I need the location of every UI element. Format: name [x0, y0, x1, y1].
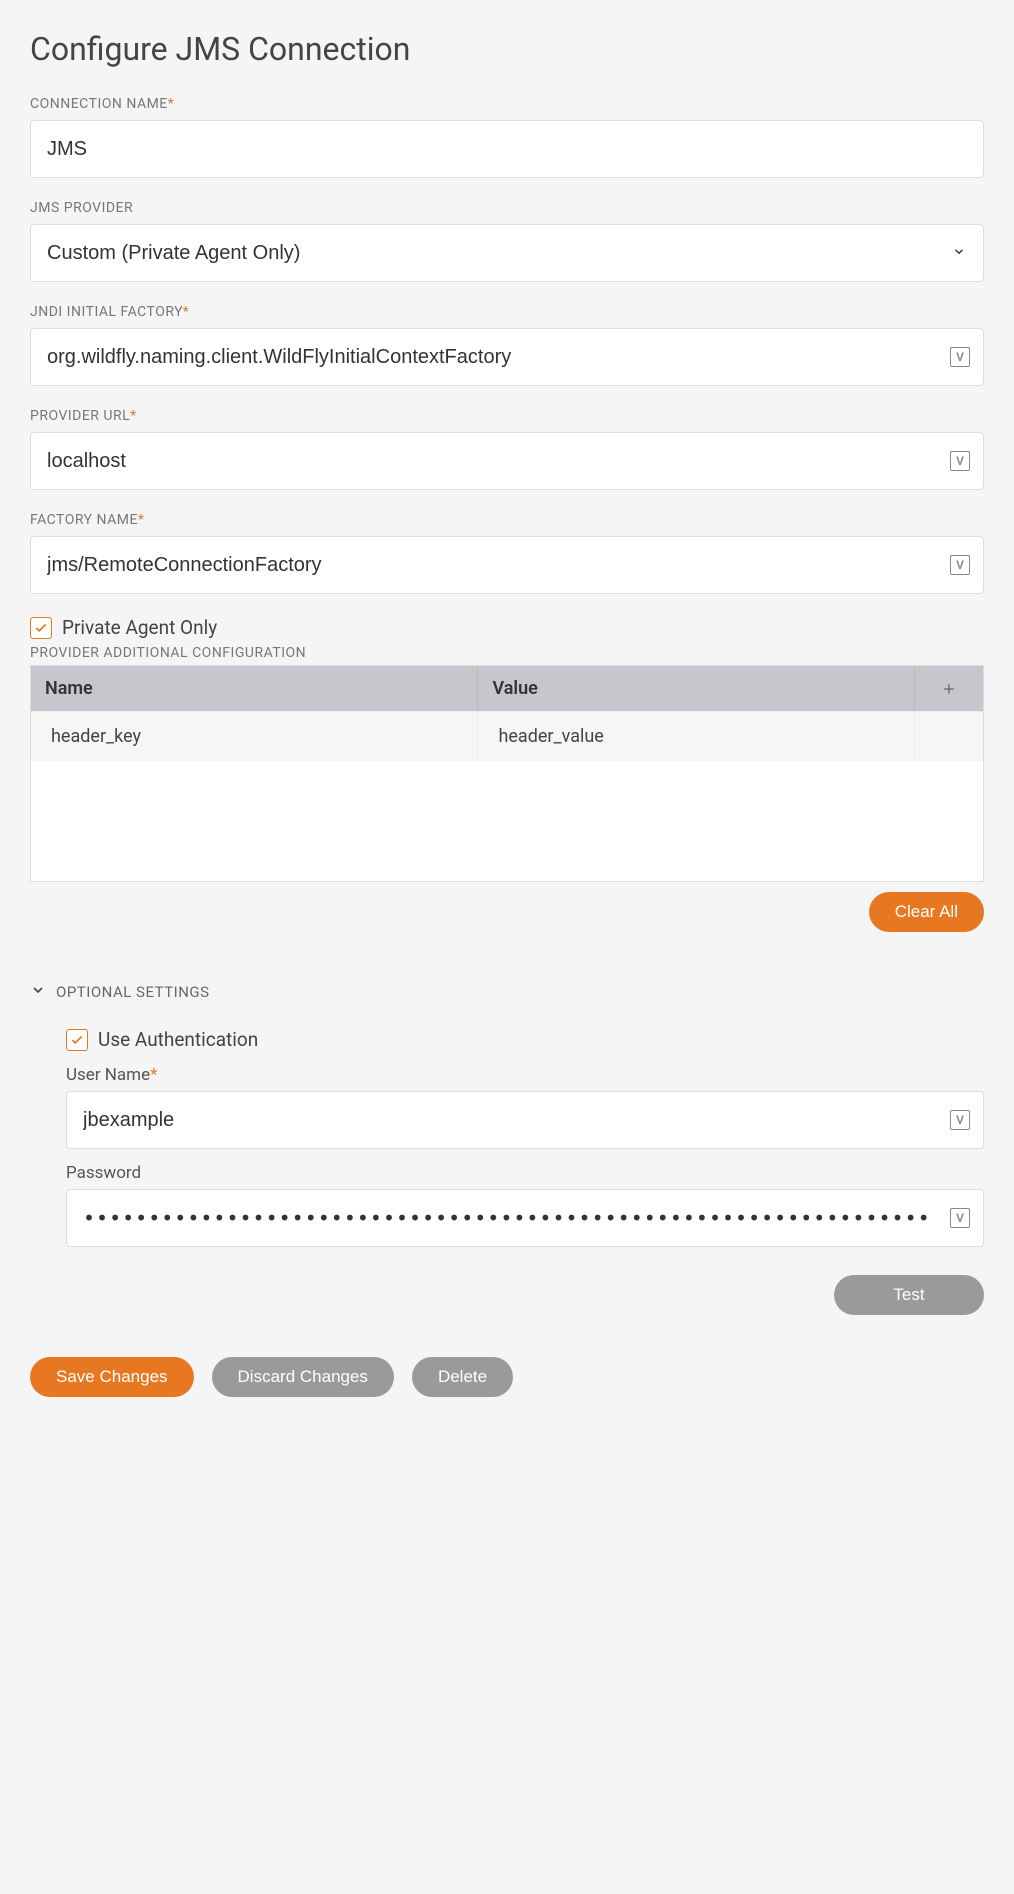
password-label: Password [66, 1163, 984, 1183]
table-row[interactable]: header_key header_value [31, 711, 983, 761]
use-auth-row: Use Authentication [66, 1028, 984, 1051]
required-marker: * [150, 1065, 157, 1085]
delete-button[interactable]: Delete [412, 1357, 513, 1397]
connection-name-label: CONNECTION NAME* [30, 96, 984, 112]
td-name: header_key [31, 712, 478, 761]
discard-button[interactable]: Discard Changes [212, 1357, 394, 1397]
field-factory-name: FACTORY NAME* V [30, 512, 984, 594]
variable-icon[interactable]: V [950, 451, 970, 471]
clear-all-button[interactable]: Clear All [869, 892, 984, 932]
additional-config-label: PROVIDER ADDITIONAL CONFIGURATION [30, 645, 984, 661]
jndi-initial-factory-label: JNDI INITIAL FACTORY* [30, 304, 984, 320]
add-row-button[interactable] [915, 666, 983, 711]
jms-provider-select[interactable] [30, 224, 984, 282]
connection-name-input[interactable] [30, 120, 984, 178]
test-button[interactable]: Test [834, 1275, 984, 1315]
private-agent-only-label: Private Agent Only [62, 616, 217, 639]
field-jms-provider: JMS PROVIDER [30, 200, 984, 282]
private-agent-only-checkbox[interactable] [30, 617, 52, 639]
th-name: Name [31, 666, 478, 711]
factory-name-input[interactable] [30, 536, 984, 594]
provider-url-label: PROVIDER URL* [30, 408, 984, 424]
table-header: Name Value [31, 666, 983, 711]
provider-url-input[interactable] [30, 432, 984, 490]
page-title: Configure JMS Connection [30, 30, 984, 68]
field-provider-url: PROVIDER URL* V [30, 408, 984, 490]
variable-icon[interactable]: V [950, 347, 970, 367]
td-action [915, 712, 983, 761]
required-marker: * [130, 408, 137, 424]
username-label: User Name* [66, 1065, 984, 1085]
private-agent-only-row: Private Agent Only [30, 616, 984, 639]
jms-provider-label: JMS PROVIDER [30, 200, 984, 216]
variable-icon[interactable]: V [950, 1110, 970, 1130]
required-marker: * [138, 512, 145, 528]
optional-settings-toggle[interactable]: OPTIONAL SETTINGS [30, 982, 984, 1002]
additional-config-table: Name Value header_key header_value [30, 665, 984, 882]
jndi-initial-factory-input[interactable] [30, 328, 984, 386]
use-auth-checkbox[interactable] [66, 1029, 88, 1051]
th-value: Value [478, 666, 915, 711]
table-empty-space [31, 761, 983, 881]
required-marker: * [168, 96, 175, 112]
optional-settings-body: Use Authentication User Name* V Password… [30, 1028, 984, 1247]
field-connection-name: CONNECTION NAME* [30, 96, 984, 178]
use-auth-label: Use Authentication [98, 1028, 258, 1051]
username-input[interactable] [66, 1091, 984, 1149]
field-jndi-initial-factory: JNDI INITIAL FACTORY* V [30, 304, 984, 386]
optional-settings-title: OPTIONAL SETTINGS [56, 983, 210, 1001]
factory-name-label: FACTORY NAME* [30, 512, 984, 528]
variable-icon[interactable]: V [950, 555, 970, 575]
variable-icon[interactable]: V [950, 1208, 970, 1228]
password-input[interactable] [66, 1189, 984, 1247]
field-password: Password V [66, 1163, 984, 1247]
td-value: header_value [478, 712, 915, 761]
chevron-down-icon [30, 982, 46, 1002]
required-marker: * [183, 304, 190, 320]
bottom-actions: Save Changes Discard Changes Delete [30, 1357, 984, 1397]
save-button[interactable]: Save Changes [30, 1357, 194, 1397]
field-username: User Name* V [66, 1065, 984, 1149]
